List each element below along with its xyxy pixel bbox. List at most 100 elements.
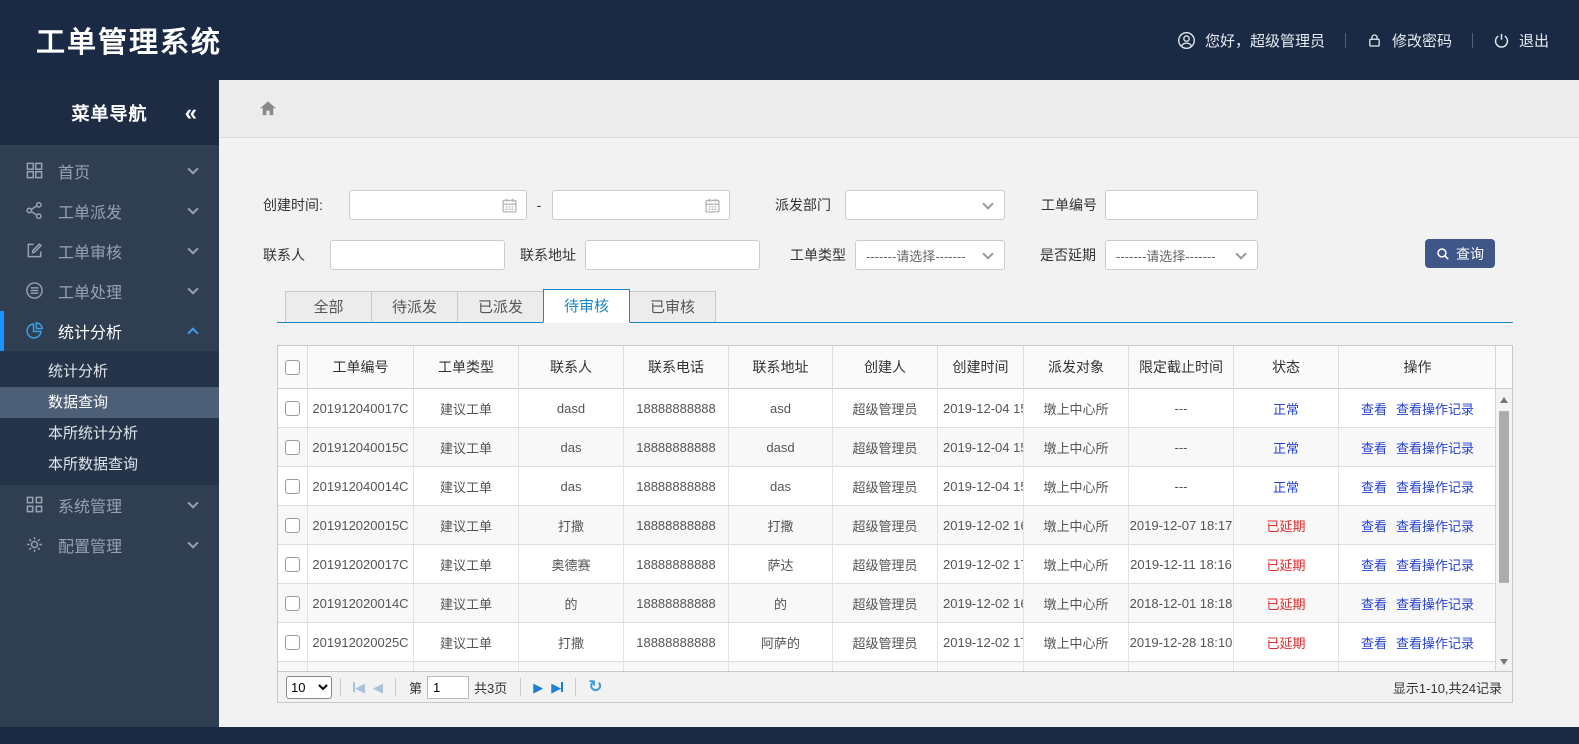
view-link[interactable]: 查看 <box>1361 555 1387 574</box>
dept-select[interactable] <box>845 190 1005 220</box>
view-log-link[interactable]: 查看操作记录 <box>1396 594 1474 613</box>
cell-phone: 18888888888 <box>624 467 729 506</box>
cell-order_no: 201912040017C <box>308 389 414 428</box>
submenu-item[interactable]: 本所数据查询 <box>0 449 219 480</box>
status-tabs: 全部 待派发 已派发 待审核 已审核 <box>277 289 1513 323</box>
breadcrumb <box>219 80 1579 138</box>
row-checkbox[interactable] <box>285 478 300 494</box>
view-link[interactable]: 查看 <box>1361 516 1387 535</box>
search-button[interactable]: 查询 <box>1425 239 1495 268</box>
cell-contact: 打撒 <box>519 623 624 662</box>
scrollbar-header-spacer <box>1496 346 1512 389</box>
cell-deadline: 2019-12-07 18:17 <box>1129 506 1234 545</box>
sidebar-item-dispatch[interactable]: 工单派发 <box>0 191 219 231</box>
column-header: 工单编号 <box>308 346 414 389</box>
tab-0[interactable]: 全部 <box>285 291 372 322</box>
view-log-link[interactable]: 查看操作记录 <box>1396 438 1474 457</box>
date-range-separator: - <box>536 197 542 213</box>
contact-input[interactable] <box>330 240 505 270</box>
refresh-button[interactable]: ↻ <box>584 677 606 697</box>
scrollbar-track[interactable] <box>1496 389 1512 671</box>
cell-type: 建议工单 <box>414 623 519 662</box>
view-link[interactable]: 查看 <box>1361 633 1387 652</box>
view-link[interactable]: 查看 <box>1361 594 1387 613</box>
cell-created: 2019-12-04 15 <box>938 467 1024 506</box>
page-number-input[interactable] <box>427 675 470 699</box>
logout-button[interactable]: 退出 <box>1493 30 1549 51</box>
row-checkbox[interactable] <box>285 595 300 611</box>
chevron-down-icon <box>187 203 199 215</box>
scroll-up-icon[interactable] <box>1500 397 1508 403</box>
sidebar-item-label: 系统管理 <box>58 499 123 516</box>
view-link[interactable]: 查看 <box>1361 438 1387 457</box>
first-page-button[interactable]: ◀ <box>349 681 369 694</box>
submenu-item[interactable]: 数据查询 <box>0 387 219 418</box>
row-checkbox[interactable] <box>285 400 300 416</box>
row-checkbox[interactable] <box>285 517 300 533</box>
change-password-button[interactable]: 修改密码 <box>1366 30 1452 51</box>
calendar-icon[interactable] <box>704 197 721 214</box>
view-log-link[interactable]: 查看操作记录 <box>1396 477 1474 496</box>
sidebar-item-config[interactable]: 配置管理 <box>0 525 219 565</box>
select-all-checkbox[interactable] <box>285 359 300 375</box>
calendar-icon[interactable] <box>501 197 518 214</box>
cell-type: 建议工单 <box>414 467 519 506</box>
submenu-item[interactable]: 统计分析 <box>0 356 219 387</box>
view-log-link[interactable]: 查看操作记录 <box>1396 633 1474 652</box>
row-checkbox[interactable] <box>285 439 300 455</box>
scrollbar-thumb[interactable] <box>1499 411 1509 583</box>
tab-1[interactable]: 待派发 <box>371 291 458 322</box>
header-checkbox-cell <box>278 346 308 389</box>
sidebar-item-system[interactable]: 系统管理 <box>0 485 219 525</box>
cell-target: 墩上中心所 <box>1024 623 1129 662</box>
view-log-link[interactable]: 查看操作记录 <box>1396 399 1474 418</box>
cell-status: 正常 <box>1234 389 1339 428</box>
page-size-select[interactable]: 10 <box>286 675 332 699</box>
create-time-end-input[interactable] <box>552 190 730 220</box>
sidebar-item-review[interactable]: 工单审核 <box>0 231 219 271</box>
address-input[interactable] <box>585 240 760 270</box>
view-log-link[interactable]: 查看操作记录 <box>1396 516 1474 535</box>
cell-created: 2019-12-04 15 <box>938 428 1024 467</box>
sidebar-collapse-icon[interactable]: « <box>185 101 197 124</box>
cell-actions: 查看 查看操作记录 <box>1339 467 1497 506</box>
cell-phone: 18888888888 <box>624 623 729 662</box>
view-log-link[interactable]: 查看操作记录 <box>1396 555 1474 574</box>
prev-page-button[interactable]: ◀ <box>369 681 387 694</box>
last-page-button[interactable]: ▶ <box>547 681 567 694</box>
cell-creator: 超级管理员 <box>833 623 938 662</box>
sidebar-item-process[interactable]: 工单处理 <box>0 271 219 311</box>
tab-4[interactable]: 已审核 <box>629 291 716 322</box>
submenu-item[interactable]: 本所统计分析 <box>0 418 219 449</box>
view-link[interactable]: 查看 <box>1361 399 1387 418</box>
order-no-input[interactable] <box>1105 190 1258 220</box>
next-page-button[interactable]: ▶ <box>529 681 547 694</box>
gear-icon <box>25 535 45 555</box>
scroll-down-icon[interactable] <box>1500 659 1508 665</box>
table-scrollbar[interactable] <box>1495 346 1512 671</box>
column-header: 状态 <box>1234 346 1339 389</box>
home-icon[interactable] <box>258 99 278 118</box>
cell-creator: 超级管理员 <box>833 545 938 584</box>
row-checkbox[interactable] <box>285 556 300 572</box>
table-row: 201912020017C 建议工单 奥德赛 18888888888 萨达 超级管理员 20… <box>278 545 1512 584</box>
create-time-start-input[interactable] <box>349 190 527 220</box>
tab-3[interactable]: 待审核 <box>543 289 630 323</box>
view-link[interactable]: 查看 <box>1361 477 1387 496</box>
cell-phone: 18888888888 <box>624 545 729 584</box>
column-header: 联系电话 <box>624 346 729 389</box>
cell-type: 建议工单 <box>414 389 519 428</box>
change-password-text: 修改密码 <box>1391 32 1452 50</box>
delay-select[interactable]: -------请选择------- <box>1105 240 1258 270</box>
type-select[interactable]: -------请选择------- <box>855 240 1005 270</box>
cell-empty <box>1129 662 1234 671</box>
chevron-down-icon <box>187 497 199 509</box>
sidebar-item-stats[interactable]: 统计分析 <box>0 311 219 351</box>
table-row: 201912020025C 建议工单 打撒 18888888888 阿萨的 超级管理员 20… <box>278 623 1512 662</box>
row-checkbox[interactable] <box>285 634 300 650</box>
user-greeting[interactable]: 您好，超级管理员 <box>1177 30 1325 51</box>
column-header: 创建人 <box>833 346 938 389</box>
tab-2[interactable]: 已派发 <box>457 291 544 322</box>
sidebar-item-home[interactable]: 首页 <box>0 151 219 191</box>
column-header: 操作 <box>1339 346 1497 389</box>
